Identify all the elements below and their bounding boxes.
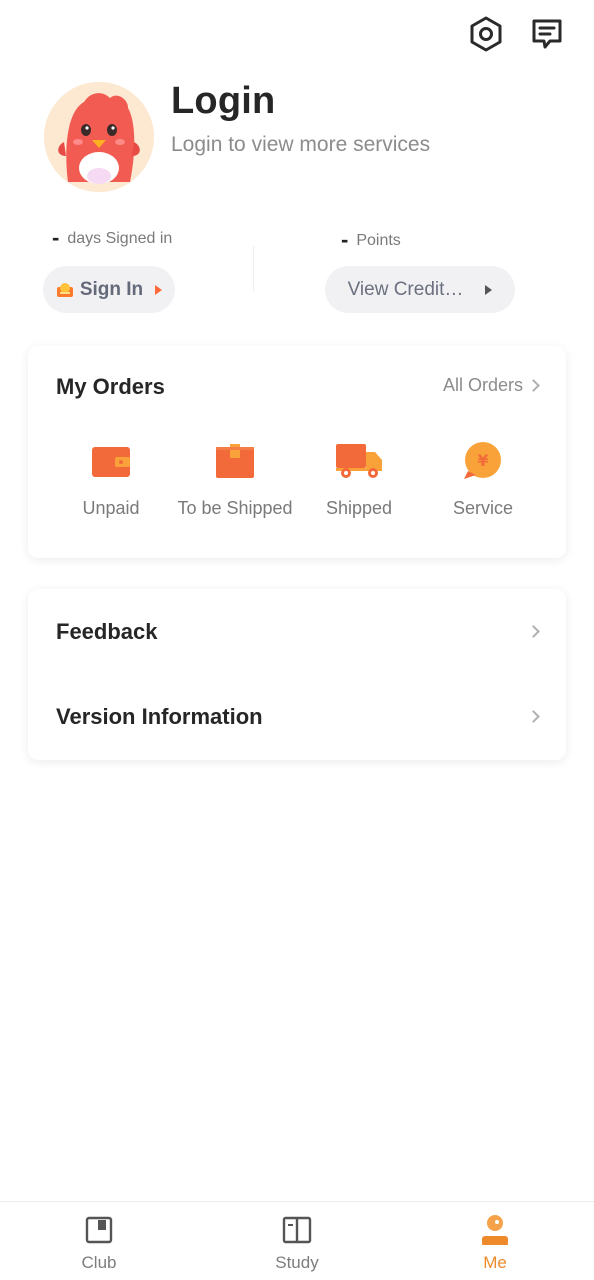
chevron-right-icon	[527, 379, 540, 392]
nav-me[interactable]: Me	[396, 1202, 594, 1280]
nav-study[interactable]: Study	[198, 1202, 396, 1280]
order-label: To be Shipped	[177, 498, 293, 518]
view-credit-label: View Credit…	[347, 278, 464, 300]
yuan-service-icon: ¥	[458, 438, 508, 484]
order-shipped[interactable]: Shipped	[289, 438, 429, 519]
order-label: Service	[452, 498, 514, 518]
all-orders-label: All Orders	[442, 375, 523, 395]
coin-icon	[56, 282, 73, 297]
my-orders-card: My Orders All Orders Unpaid To be Shippe…	[28, 346, 566, 558]
avatar[interactable]	[44, 82, 154, 192]
caret-right-icon	[155, 284, 163, 295]
me-page: Login Login to view more services - days…	[0, 0, 594, 1280]
points-stat: - Points	[341, 229, 401, 251]
my-orders-title: My Orders	[56, 374, 165, 399]
days-signed-in-stat: - days Signed in	[52, 227, 172, 249]
days-value: -	[52, 225, 60, 250]
chevron-right-icon	[527, 710, 540, 723]
feedback-label: Feedback	[56, 618, 158, 644]
settings-hexagon-icon[interactable]	[468, 16, 504, 52]
sign-in-label: Sign In	[79, 278, 144, 300]
svg-text:¥: ¥	[477, 451, 488, 470]
order-to-be-shipped[interactable]: To be Shipped	[165, 438, 305, 519]
points-value: -	[341, 227, 349, 252]
caret-right-icon	[485, 284, 493, 295]
stats-divider	[253, 246, 254, 292]
truck-icon	[334, 438, 384, 484]
all-orders-link[interactable]: All Orders	[442, 375, 540, 396]
version-information-label: Version Information	[56, 703, 263, 729]
nav-label: Study	[275, 1253, 319, 1272]
box-icon	[210, 438, 260, 484]
order-unpaid[interactable]: Unpaid	[41, 438, 181, 519]
person-icon	[480, 1215, 510, 1245]
view-credit-button[interactable]: View Credit…	[325, 266, 515, 313]
nav-club[interactable]: Club	[0, 1202, 198, 1280]
sign-in-button[interactable]: Sign In	[43, 266, 175, 313]
login-title[interactable]: Login	[171, 80, 275, 123]
points-label: Points	[356, 232, 401, 249]
nav-label: Me	[483, 1253, 507, 1272]
club-icon	[84, 1215, 114, 1245]
order-service[interactable]: ¥ Service	[413, 438, 553, 519]
book-icon	[282, 1215, 312, 1245]
nav-label: Club	[81, 1253, 117, 1272]
settings-menu-card: Feedback Version Information	[28, 589, 566, 760]
order-label: Unpaid	[82, 498, 140, 518]
days-label: days Signed in	[67, 230, 173, 247]
chevron-right-icon	[527, 625, 540, 638]
feedback-row[interactable]: Feedback	[28, 589, 566, 674]
message-icon[interactable]	[529, 16, 565, 52]
wallet-icon	[86, 438, 136, 484]
version-information-row[interactable]: Version Information	[28, 674, 566, 759]
order-label: Shipped	[325, 498, 393, 518]
bottom-nav: Club Study Me	[0, 1201, 594, 1280]
login-subtitle[interactable]: Login to view more services	[171, 133, 430, 157]
